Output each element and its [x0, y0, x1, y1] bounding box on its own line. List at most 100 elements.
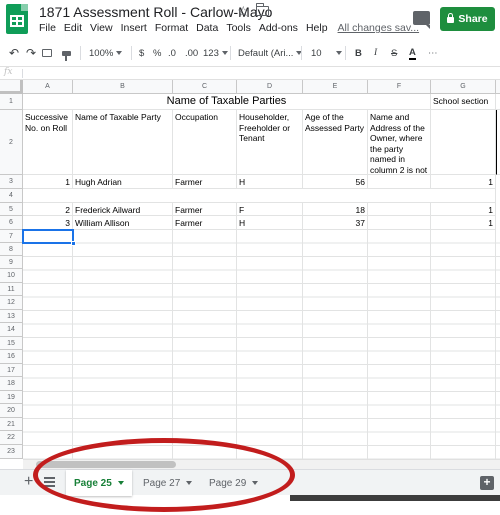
cell-age[interactable]: 18	[303, 203, 368, 216]
row-header[interactable]: 4	[0, 189, 23, 203]
row-header[interactable]: 13	[0, 310, 23, 323]
all-sheets-menu-icon[interactable]	[44, 477, 55, 487]
decrease-decimal-button[interactable]: .0	[168, 42, 176, 64]
row-header[interactable]: 22	[0, 431, 23, 445]
add-sheet-button[interactable]: +	[24, 473, 33, 491]
cell[interactable]	[496, 94, 500, 110]
cell-party-name[interactable]: Hugh Adrian	[73, 175, 173, 189]
column-header-g[interactable]: G	[431, 80, 496, 94]
cell-header-successive-no[interactable]: Successive No. on Roll	[23, 110, 73, 175]
undo-icon[interactable]: ↶	[9, 42, 19, 64]
cell[interactable]	[431, 110, 496, 175]
row-header[interactable]: 16	[0, 350, 23, 364]
row-header[interactable]: 3	[0, 175, 23, 189]
cell-header-owner[interactable]: Name and Address of the Owner, where the…	[368, 110, 431, 175]
more-toolbar-icon[interactable]: ⋯	[428, 42, 438, 64]
cell-party-name[interactable]: Frederick Ailward	[73, 203, 173, 216]
row-header[interactable]: 23	[0, 445, 23, 459]
cell-occupation[interactable]: Farmer	[173, 203, 237, 216]
spreadsheet-grid[interactable]: A B C D E F G 1 2 3 4 5 6 7 8 9 10 11 12…	[0, 80, 500, 459]
row-header[interactable]: 18	[0, 377, 23, 391]
font-size-select[interactable]: 10	[311, 42, 342, 64]
move-folder-icon[interactable]	[255, 3, 269, 16]
increase-decimal-button[interactable]: .00	[185, 42, 198, 64]
column-header-f[interactable]: F	[368, 80, 431, 94]
cell-header-age[interactable]: Age of the Assessed Party	[303, 110, 368, 175]
row-header[interactable]: 5	[0, 203, 23, 216]
cell-header-householder[interactable]: Householder, Freeholder or Tenant	[237, 110, 303, 175]
redo-icon[interactable]: ↷	[26, 42, 36, 64]
format-currency-button[interactable]: $	[139, 42, 144, 64]
bold-button[interactable]: B	[355, 42, 362, 64]
sheet-tab-page-27[interactable]: Page 27	[135, 470, 200, 496]
sheet-tab-page-29[interactable]: Page 29	[201, 470, 266, 496]
sheet-tab-page-25[interactable]: Page 25	[66, 470, 132, 496]
menu-format[interactable]: Format	[155, 22, 188, 34]
row-header[interactable]: 9	[0, 256, 23, 269]
empty-row[interactable]	[23, 189, 496, 203]
row-header[interactable]: 17	[0, 364, 23, 377]
comments-icon[interactable]	[413, 11, 430, 29]
horizontal-scrollbar[interactable]	[23, 459, 500, 469]
row-header[interactable]: 21	[0, 418, 23, 431]
row-header[interactable]: 11	[0, 283, 23, 296]
italic-button[interactable]: I	[374, 42, 377, 64]
cell[interactable]	[496, 110, 500, 175]
cell-title-name-of-taxable-parties[interactable]: Name of Taxable Parties	[23, 94, 431, 110]
menu-view[interactable]: View	[90, 22, 113, 34]
row-header[interactable]: 15	[0, 337, 23, 350]
cell-roll-number[interactable]: 2	[23, 203, 73, 216]
cell-tenure[interactable]: H	[237, 175, 303, 189]
cell-occupation[interactable]: Farmer	[173, 216, 237, 230]
column-header-d[interactable]: D	[237, 80, 303, 94]
zoom-select[interactable]: 100%	[89, 42, 123, 64]
row-header[interactable]: 19	[0, 391, 23, 404]
cell-occupation[interactable]: Farmer	[173, 175, 237, 189]
column-header-h[interactable]	[496, 80, 500, 94]
row-header[interactable]: 20	[0, 404, 23, 418]
empty-rows[interactable]	[23, 230, 500, 459]
column-header-a[interactable]: A	[23, 80, 73, 94]
explore-icon[interactable]: +	[480, 476, 494, 490]
row-header[interactable]: 2	[0, 110, 23, 175]
paint-format-icon[interactable]	[62, 42, 71, 64]
row-header[interactable]: 7	[0, 230, 23, 243]
cell-age[interactable]: 56	[303, 175, 368, 189]
cell-owner[interactable]	[368, 203, 431, 216]
cell-age[interactable]: 37	[303, 216, 368, 230]
menu-tools[interactable]: Tools	[226, 22, 251, 34]
column-header-c[interactable]: C	[173, 80, 237, 94]
menu-insert[interactable]: Insert	[121, 22, 147, 34]
print-icon[interactable]	[42, 42, 52, 64]
menu-add-ons[interactable]: Add-ons	[259, 22, 298, 34]
row-header[interactable]: 6	[0, 216, 23, 230]
menu-help[interactable]: Help	[306, 22, 328, 34]
row-header[interactable]: 1	[0, 94, 23, 110]
star-icon[interactable]: ☆	[237, 3, 250, 20]
cell-header-taxable-party[interactable]: Name of Taxable Party	[73, 110, 173, 175]
strikethrough-button[interactable]: S	[391, 42, 397, 64]
menu-file[interactable]: File	[39, 22, 56, 34]
column-header-b[interactable]: B	[73, 80, 173, 94]
share-button[interactable]: Share	[440, 7, 495, 31]
cell-owner[interactable]	[368, 216, 431, 230]
row-header[interactable]: 8	[0, 243, 23, 256]
cell-roll-number[interactable]: 3	[23, 216, 73, 230]
text-color-button[interactable]: A	[409, 42, 416, 64]
menu-data[interactable]: Data	[196, 22, 218, 34]
row-header[interactable]: 14	[0, 323, 23, 337]
format-percent-button[interactable]: %	[153, 42, 161, 64]
scrollbar-thumb[interactable]	[36, 461, 176, 468]
cell-school-section[interactable]: 1	[431, 216, 496, 230]
select-all-corner[interactable]	[0, 80, 23, 94]
cell-party-name[interactable]: William Allison	[73, 216, 173, 230]
cell-header-occupation[interactable]: Occupation	[173, 110, 237, 175]
row-header[interactable]: 12	[0, 296, 23, 310]
menu-edit[interactable]: Edit	[64, 22, 82, 34]
font-select[interactable]: Default (Ari...	[238, 42, 303, 64]
sheets-logo-icon[interactable]	[6, 4, 28, 34]
cell-tenure[interactable]: F	[237, 203, 303, 216]
save-status[interactable]: All changes sav...	[338, 22, 420, 34]
cell-roll-number[interactable]: 1	[23, 175, 73, 189]
column-header-e[interactable]: E	[303, 80, 368, 94]
